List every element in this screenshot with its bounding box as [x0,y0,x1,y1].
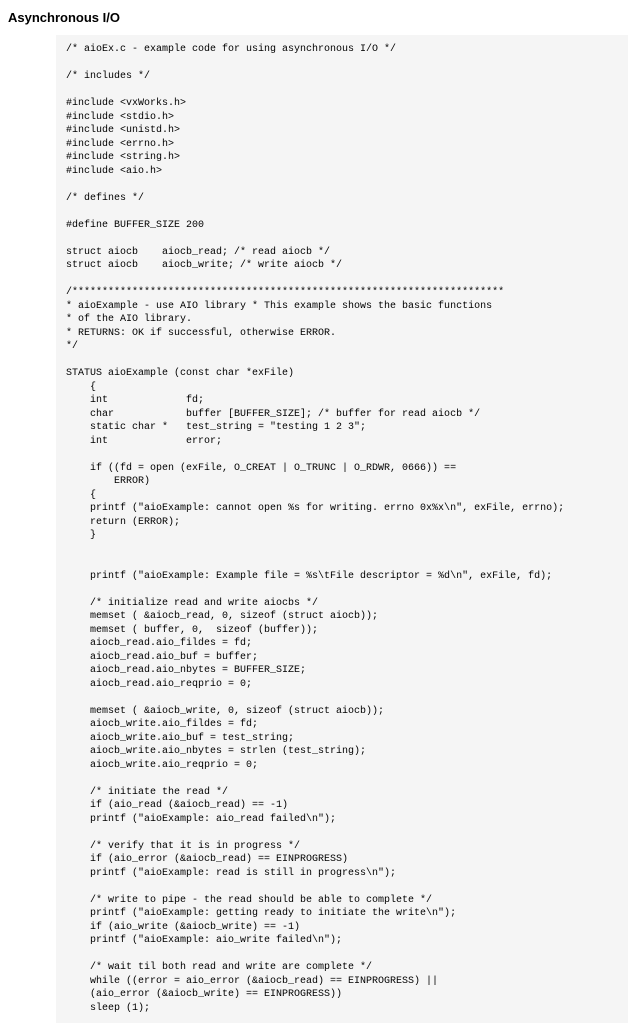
page-container: Asynchronous I/O /* aioEx.c - example co… [0,0,636,1033]
section-title: Asynchronous I/O [8,10,628,25]
code-block: /* aioEx.c - example code for using asyn… [56,35,628,1023]
